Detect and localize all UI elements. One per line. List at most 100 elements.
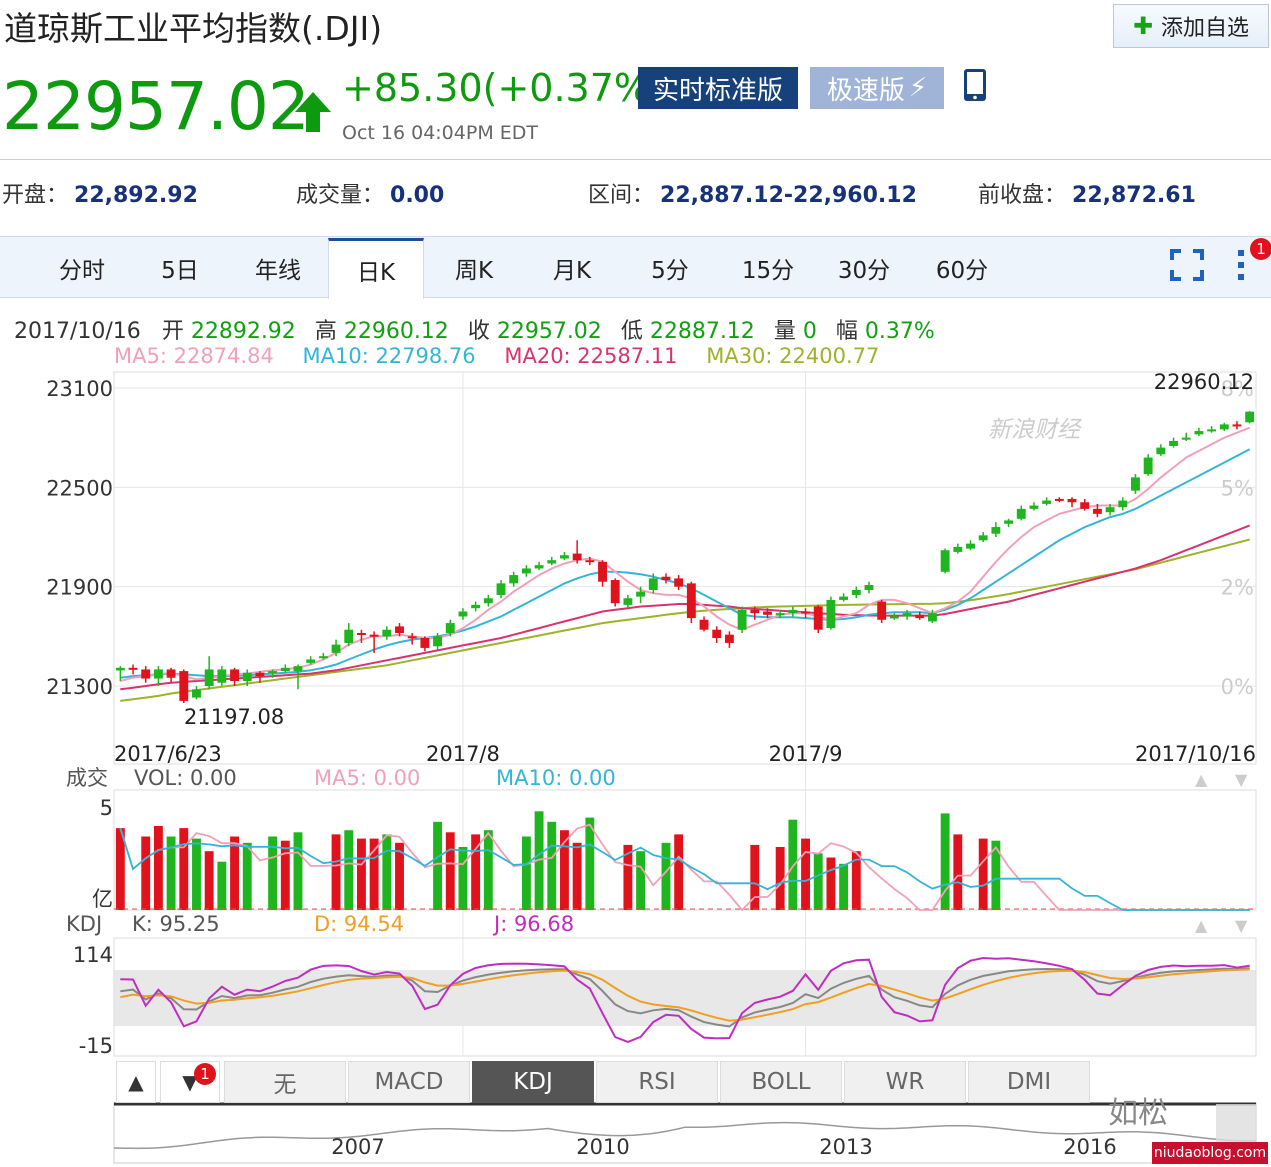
stat-volume: 成交量： 0.00: [296, 183, 445, 208]
stat-open: 开盘： 22,892.92: [2, 183, 198, 208]
candle: [458, 608, 468, 620]
tab-30min[interactable]: 30分: [816, 238, 912, 298]
candle: [724, 631, 734, 648]
candle: [420, 636, 430, 652]
candle: [1245, 411, 1255, 424]
indicator-tab-wr[interactable]: WR: [844, 1061, 966, 1103]
add-to-watchlist-button[interactable]: ✚ 添加自选: [1113, 4, 1269, 48]
divider: [0, 159, 1271, 160]
panel-up-button[interactable]: ▲: [116, 1061, 156, 1103]
candle: [801, 608, 810, 619]
candle: [1232, 421, 1242, 430]
kdj-scroll-arrow: ▼: [1235, 916, 1248, 935]
lightning-icon: ⚡: [908, 73, 928, 103]
candle: [1143, 454, 1153, 476]
up-arrow-icon: [295, 92, 331, 132]
candle: [1207, 426, 1217, 433]
candle: [686, 581, 696, 624]
realtime-standard-button[interactable]: 实时标准版: [638, 67, 798, 109]
candle: [953, 543, 963, 554]
kdj-j: J: 96.68: [492, 912, 574, 936]
candle: [572, 540, 582, 564]
volume-bar: [839, 863, 849, 910]
add-to-watchlist-label: 添加自选: [1161, 16, 1250, 41]
tab-weekly-k[interactable]: 周K: [426, 238, 522, 298]
date-tick: 2017/8: [426, 742, 500, 766]
volume-bar: [204, 851, 214, 910]
sina-watermark: 新浪财经: [988, 417, 1080, 443]
candle: [1067, 497, 1077, 508]
moving-average-lines: [120, 426, 1251, 702]
kdj-band: [114, 970, 1256, 1026]
fast-version-button[interactable]: 极速版 ⚡: [810, 67, 944, 109]
candle: [839, 593, 849, 602]
candle: [547, 556, 557, 566]
pct-tick: 0%: [1221, 675, 1254, 699]
ma20-line: [120, 524, 1251, 691]
overview-year: 2007: [331, 1135, 384, 1159]
ma30-line: [120, 538, 1250, 702]
tab-5min[interactable]: 5分: [622, 238, 718, 298]
tab-60min[interactable]: 60分: [914, 238, 1010, 298]
indicator-tab-macd[interactable]: MACD: [348, 1061, 470, 1103]
indicator-tab-rsi[interactable]: RSI: [596, 1061, 718, 1103]
candle: [674, 575, 684, 590]
indicator-tab-none[interactable]: 无: [224, 1061, 346, 1103]
fullscreen-icon[interactable]: [1169, 248, 1205, 282]
candle: [369, 631, 379, 653]
kline-chart[interactable]: 231002250021900213008%5%2%0%2017/6/23 201…: [0, 360, 1271, 1167]
mobile-icon[interactable]: [963, 68, 987, 102]
volume-unit: 亿: [92, 887, 113, 911]
tab-5day[interactable]: 5日: [132, 238, 228, 298]
candle: [737, 606, 747, 634]
main-panel-frame: [113, 371, 1257, 765]
indicator-tab-boll[interactable]: BOLL: [720, 1061, 842, 1103]
kdj-d: D: 94.54: [314, 912, 404, 936]
volume-bar: [331, 834, 341, 910]
volume-bar: [230, 836, 239, 910]
indicator-tab-dmi[interactable]: DMI: [968, 1061, 1090, 1103]
volume-title: 成交: [66, 766, 108, 790]
volume-bar: [521, 836, 531, 910]
candle: [1181, 432, 1191, 441]
price-tick: 22500: [46, 476, 113, 500]
volume-bar: [356, 838, 366, 910]
tab-15min[interactable]: 15分: [720, 238, 816, 298]
candle: [851, 586, 861, 599]
tab-daily-k[interactable]: 日K: [328, 238, 424, 299]
candle: [661, 573, 671, 584]
candle: [623, 594, 633, 609]
candle: [471, 601, 481, 612]
candle: [509, 571, 519, 587]
volume-bar: [344, 830, 354, 910]
more-menu-icon[interactable]: [1234, 248, 1248, 282]
price-tick: 23100: [46, 377, 113, 401]
candle: [813, 604, 823, 634]
candle: [192, 686, 201, 700]
stat-prev-close: 前收盘： 22,872.61: [978, 183, 1196, 208]
tab-intraday[interactable]: 分时: [34, 238, 130, 298]
date-tick: 2017/9: [769, 742, 843, 766]
candle: [1219, 422, 1229, 432]
indicator-tab-kdj[interactable]: KDJ: [472, 1061, 594, 1103]
volume-bar: [953, 834, 963, 910]
candle: [1004, 518, 1014, 528]
volume-bar: [801, 838, 810, 910]
date-tick: 2017/6/23: [114, 742, 222, 766]
candle: [534, 561, 544, 571]
volume-bar: [293, 832, 303, 910]
current-price: 22957.02: [2, 68, 310, 145]
candle: [483, 594, 493, 607]
candle: [991, 522, 1001, 537]
max-price-label: 22960.12: [1154, 370, 1254, 394]
candle: [966, 540, 975, 551]
ma5-line: [120, 426, 1251, 682]
volume-bar: [978, 838, 988, 910]
volume-bar: [433, 821, 443, 910]
volume-bar: [585, 817, 595, 910]
tab-year-line[interactable]: 年线: [230, 238, 326, 298]
tab-monthly-k[interactable]: 月K: [524, 238, 620, 298]
min-price-label: 21197.08: [184, 705, 284, 729]
kdj-title: KDJ: [66, 912, 102, 936]
volume-bar: [636, 851, 646, 910]
